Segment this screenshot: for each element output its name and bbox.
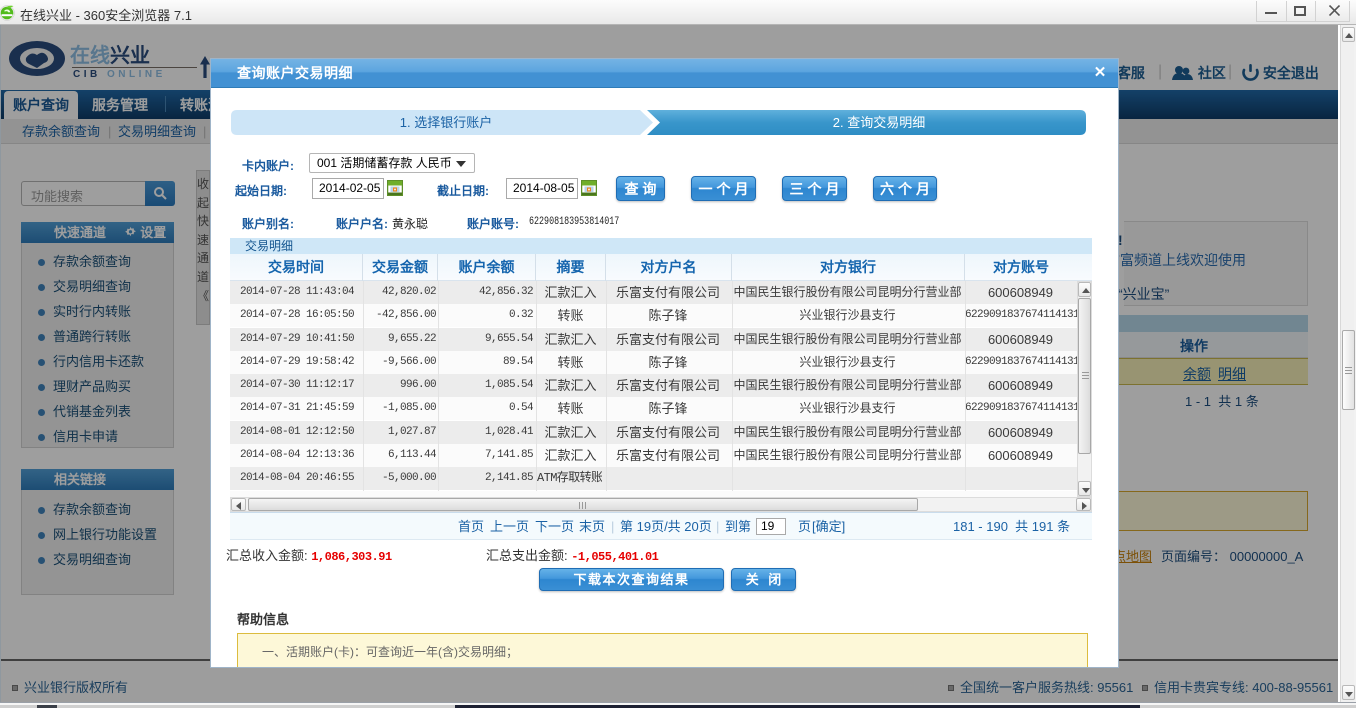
svg-text:2. 查询交易明细: 2. 查询交易明细 (833, 115, 925, 130)
svg-text:1. 选择银行账户: 1. 选择银行账户 (400, 115, 492, 130)
